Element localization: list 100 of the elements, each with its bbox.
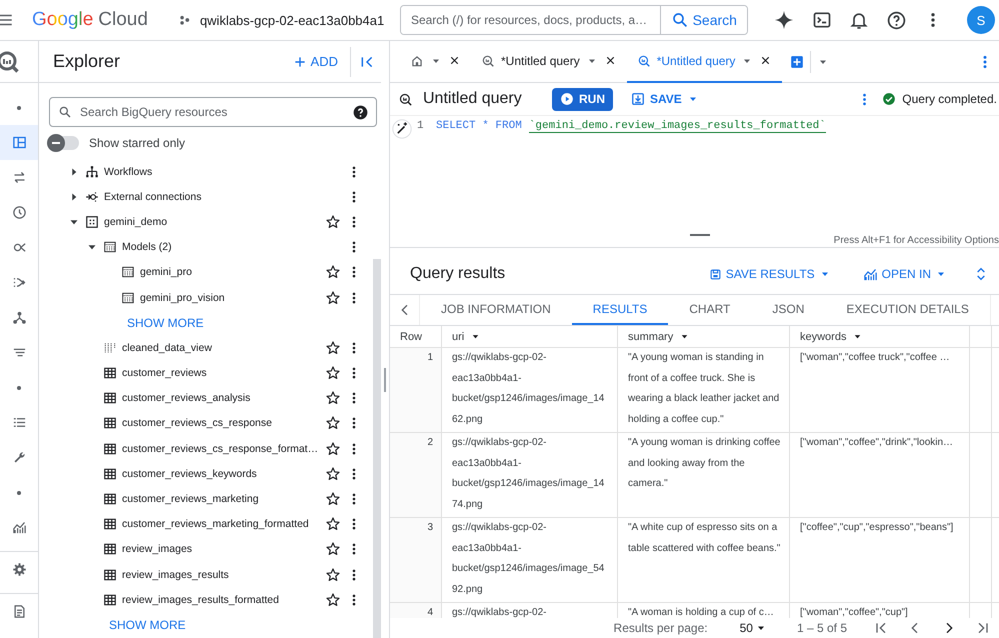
column-header[interactable]: summary [618, 326, 790, 347]
tab-label: *Untitled query [501, 54, 580, 68]
search-button[interactable]: Search [660, 6, 747, 34]
close-icon[interactable] [448, 54, 461, 67]
tree-item-label: customer_reviews [122, 367, 208, 380]
per-page-label: Results per page: [614, 621, 708, 635]
settings-icon [12, 562, 26, 577]
tree-item[interactable]: gemini_pro [39, 260, 371, 285]
tree-item[interactable]: customer_reviews_keywords [39, 461, 371, 486]
column-header[interactable]: uri [442, 326, 618, 347]
table-icon [103, 492, 117, 506]
pipeline-icon [12, 275, 26, 290]
query-title: Untitled query [423, 90, 523, 108]
results-tab[interactable]: JSON [751, 295, 826, 325]
table-cell: "A woman is holding a cup of c… [618, 603, 790, 618]
star-icon[interactable] [325, 390, 341, 406]
workflow-icon [85, 164, 99, 179]
rail-item[interactable] [0, 125, 38, 160]
logo-text: Cloud [98, 9, 148, 31]
star-icon[interactable] [325, 491, 341, 508]
tree-item-label: review_images [122, 543, 194, 556]
results-title: Query results [410, 265, 506, 283]
table-cell: 3 [390, 518, 442, 602]
star-icon[interactable] [325, 415, 341, 432]
view-icon [103, 340, 117, 355]
tree-item[interactable]: customer_reviews [39, 360, 371, 386]
query-icon [398, 92, 413, 106]
star-icon[interactable] [325, 264, 341, 280]
table-icon [103, 391, 117, 406]
help-icon[interactable] [886, 10, 907, 30]
results-tab[interactable]: JOB INFORMATION [420, 295, 572, 325]
save-icon [708, 268, 722, 280]
tree-item-label: customer_reviews_analysis [122, 392, 252, 404]
star-icon[interactable] [325, 340, 341, 356]
tree-item-label: customer_reviews_cs_response [122, 417, 273, 430]
show-more-link[interactable]: SHOW MORE [127, 316, 204, 330]
query-tab[interactable]: *Untitled query [471, 41, 627, 82]
star-icon[interactable] [325, 440, 341, 457]
star-icon[interactable] [325, 466, 341, 482]
tree-item-label: review_images_results_formatted [122, 594, 280, 606]
column-header[interactable]: keywords [790, 326, 970, 347]
save-button[interactable]: SAVE [625, 91, 705, 107]
tree-item[interactable]: customer_reviews_marketing_formatted [39, 512, 371, 537]
project-selector[interactable]: qwiklabs-gcp-02-eac13a0bb4a1 [168, 5, 390, 35]
tree-item[interactable]: cleaned_data_view [39, 335, 371, 360]
tree-item[interactable]: External connections [39, 184, 371, 210]
search-field[interactable]: Search BigQuery resources [49, 97, 377, 127]
tree-item[interactable]: customer_reviews_marketing [39, 486, 371, 512]
star-icon[interactable] [325, 592, 341, 608]
tree-item[interactable]: review_images_results_formatted [39, 587, 371, 612]
terminal-icon[interactable] [812, 10, 832, 30]
run-button[interactable]: RUN [552, 88, 613, 110]
star-icon[interactable] [325, 541, 341, 558]
clock-icon [12, 205, 26, 220]
bigquery-icon[interactable] [0, 50, 20, 74]
table-icon [103, 466, 117, 481]
open-in-button[interactable]: OPEN IN [856, 266, 953, 282]
dataset-icon [85, 214, 99, 229]
plus-icon [292, 54, 307, 68]
tree-item[interactable]: customer_reviews_cs_response [39, 410, 371, 436]
results-tab[interactable]: RESULTS [572, 295, 668, 325]
star-icon[interactable] [325, 516, 341, 532]
wand-icon[interactable] [392, 119, 412, 139]
scrollbar-thumb[interactable] [373, 259, 381, 638]
toggle-label: Show starred only [89, 136, 186, 150]
toggle-switch[interactable] [49, 136, 79, 150]
search-icon [670, 11, 689, 29]
hierarchy-icon [12, 310, 26, 325]
logo[interactable]: Google Cloud [32, 9, 148, 31]
tab-label: *Untitled query [656, 54, 736, 68]
tree-item-label: review_images_results [122, 568, 230, 581]
star-icon[interactable] [325, 290, 341, 306]
search-field[interactable]: Search (/) for resources, docs, products, a… Search [400, 5, 748, 35]
tree-item[interactable]: gemini_demo [39, 209, 371, 235]
tree-item[interactable]: gemini_pro_vision [39, 284, 371, 310]
help-icon[interactable] [353, 104, 368, 120]
results-tab[interactable]: EXECUTION DETAILS [825, 295, 990, 325]
table-cell: ["woman","coffee truck","coffee … [790, 348, 970, 432]
table-icon [103, 592, 117, 607]
tree-item[interactable]: customer_reviews_analysis [39, 386, 371, 411]
tree-item[interactable]: Models (2) [39, 234, 371, 260]
star-icon[interactable] [325, 214, 341, 230]
avatar[interactable]: S [966, 6, 995, 34]
tree-item[interactable]: customer_reviews_cs_response_format… [39, 436, 371, 462]
add-tab-icon[interactable] [790, 54, 804, 68]
show-more-link[interactable]: SHOW MORE [109, 618, 186, 632]
tree-item[interactable]: Workflows [39, 159, 371, 184]
table-cell: ["woman","coffee","drink","lookin… [790, 433, 970, 517]
query-icon [636, 54, 651, 68]
table-icon [103, 517, 117, 532]
star-icon[interactable] [325, 365, 341, 382]
query-tab[interactable]: *Untitled query [626, 41, 782, 82]
home-icon [410, 54, 424, 68]
results-tab[interactable]: CHART [668, 295, 752, 325]
tree-item[interactable]: review_images [39, 536, 371, 562]
add-button[interactable]: ADD [286, 48, 344, 74]
tree-item[interactable]: review_images_results [39, 562, 371, 588]
per-page-select[interactable]: 50 [734, 620, 773, 636]
star-icon[interactable] [325, 566, 341, 583]
save-results-button[interactable]: SAVE RESULTS [702, 266, 837, 282]
